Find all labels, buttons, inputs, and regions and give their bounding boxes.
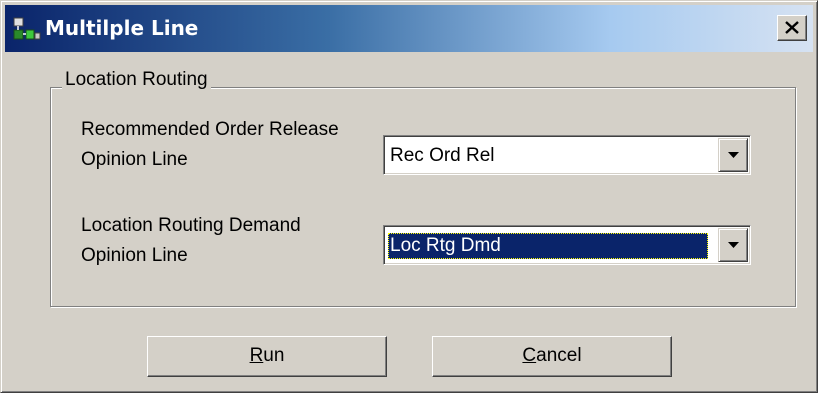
cancel-button-accelerator: C [522, 345, 537, 366]
recommended-order-release-label-line1: Recommended Order Release [81, 119, 339, 140]
app-network-icon [13, 17, 41, 41]
location-routing-demand-select[interactable]: Loc Rtg Dmd [383, 225, 751, 265]
dialog-window: Multilple Line Location Routing Recommen… [0, 0, 818, 393]
run-button[interactable]: Run [147, 336, 387, 377]
location-routing-demand-dropdown-button[interactable] [718, 228, 748, 262]
recommended-order-release-label-line2: Opinion Line [81, 149, 188, 170]
close-x-icon [785, 21, 799, 34]
location-routing-demand-label-line1: Location Routing Demand [81, 215, 301, 236]
title-bar[interactable]: Multilple Line [5, 5, 813, 52]
cancel-button[interactable]: Cancel [432, 336, 672, 377]
dropdown-arrow-icon [728, 152, 739, 158]
close-button[interactable] [777, 15, 807, 41]
location-routing-demand-value: Loc Rtg Dmd [388, 233, 708, 259]
location-routing-demand-label-line2: Opinion Line [81, 245, 188, 266]
run-button-label: un [263, 345, 285, 366]
recommended-order-release-select[interactable]: Rec Ord Rel [383, 135, 751, 175]
group-legend: Location Routing [62, 67, 211, 93]
recommended-order-release-dropdown-button[interactable] [718, 138, 748, 172]
run-button-accelerator: R [249, 345, 264, 366]
recommended-order-release-value: Rec Ord Rel [390, 145, 495, 166]
cancel-button-label: ancel [536, 345, 582, 366]
window-title: Multilple Line [45, 16, 199, 40]
dropdown-arrow-icon [728, 242, 739, 248]
